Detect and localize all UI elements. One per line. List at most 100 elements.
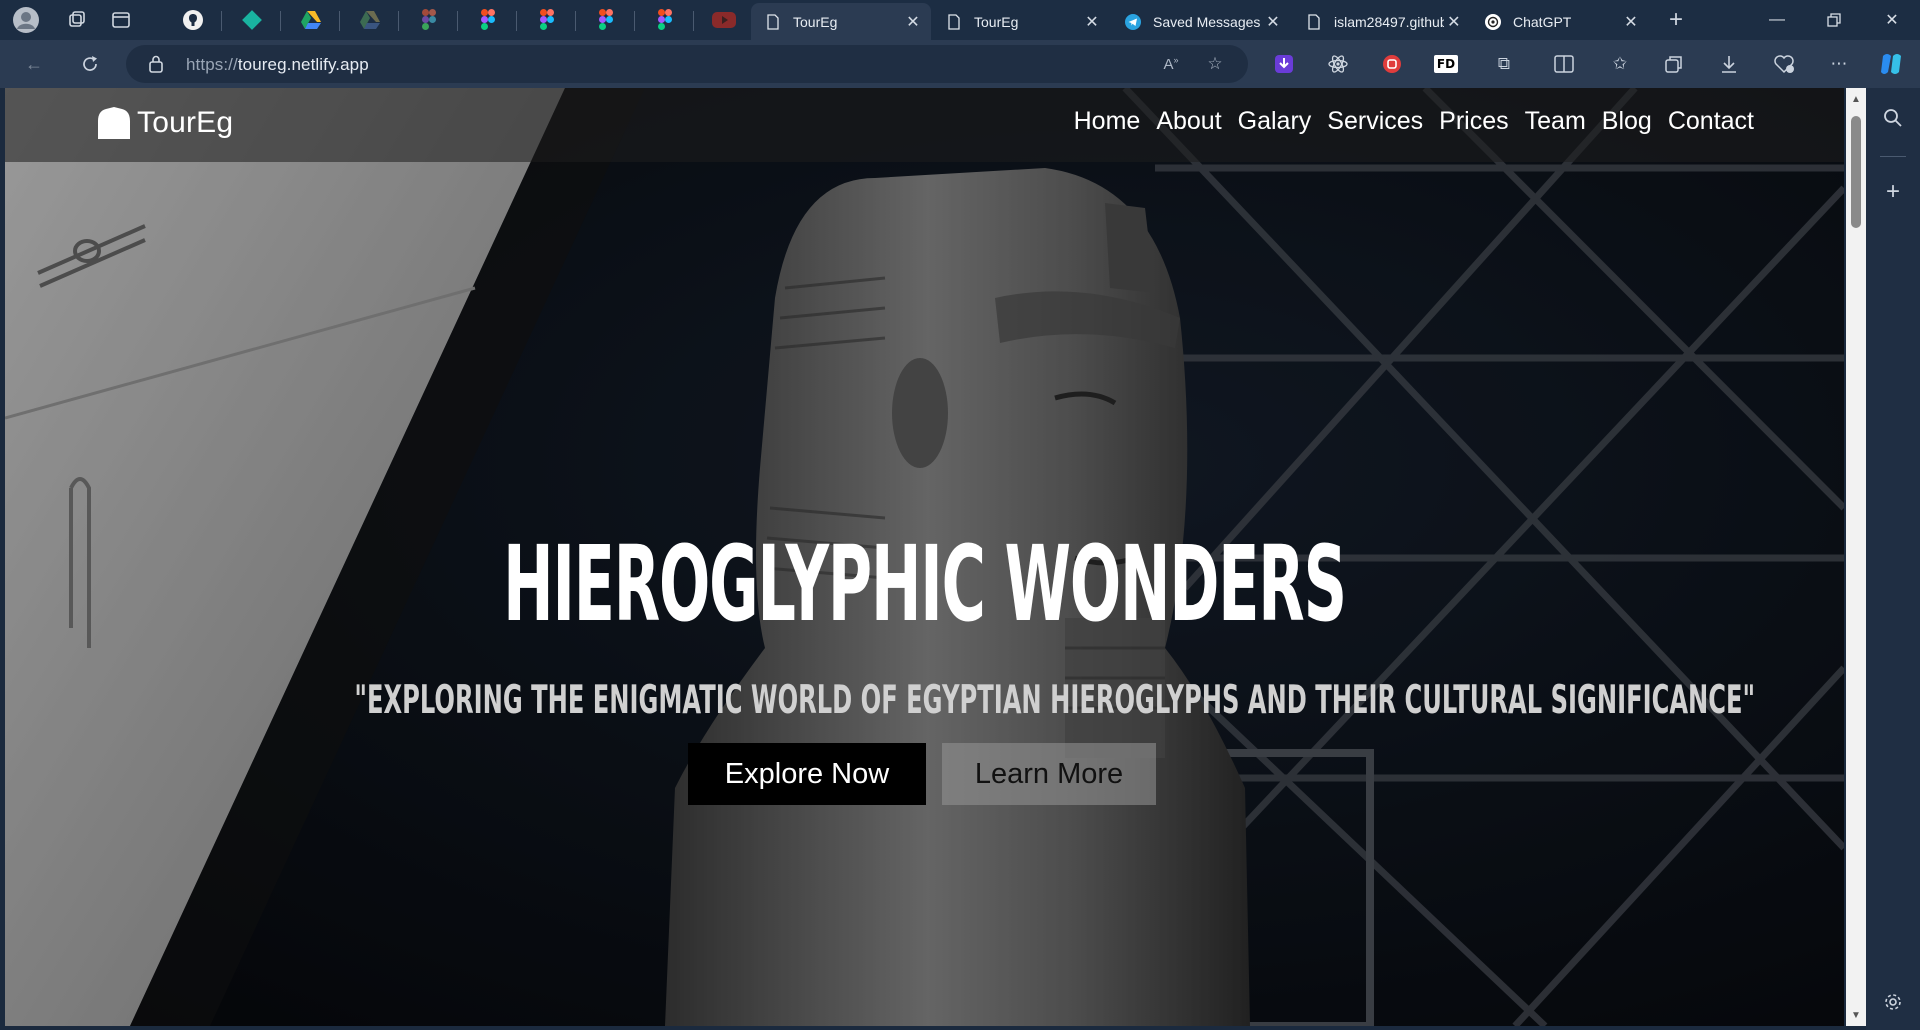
nav-galary[interactable]: Galary [1238,107,1312,136]
scroll-up-arrow-icon[interactable]: ▲ [1846,90,1866,108]
settings-more-button[interactable]: ⋯ [1821,48,1857,80]
tab-actions-button[interactable] [104,4,138,36]
page-icon [948,13,960,30]
pinned-separator [398,11,399,31]
read-aloud-button[interactable]: A» [1154,48,1188,80]
pinned-separator [693,11,694,31]
web-page-viewport: TourEg Home About Galary Services Prices… [5,88,1844,1026]
nav-about[interactable]: About [1156,107,1221,136]
restore-button[interactable] [1806,0,1862,40]
nav-blog[interactable]: Blog [1602,107,1652,136]
pinned-tab-figma-2[interactable] [463,3,513,37]
pinned-tab-figma-3[interactable] [522,3,572,37]
split-screen-icon [1554,55,1574,73]
chatgpt-icon [1485,13,1501,30]
extension-react-devtools[interactable] [1320,48,1356,80]
explore-now-button[interactable]: Explore Now [688,743,926,805]
tab-saved-messages[interactable]: Saved Messages ✕ [1111,3,1291,40]
extension-red[interactable] [1374,48,1410,80]
favorite-button[interactable]: ☆ [1198,48,1232,80]
tab-github-io[interactable]: islam28497.github.io ✕ [1292,3,1470,40]
house-logo-icon [98,107,130,139]
copilot-icon [1881,54,1901,74]
heart-pulse-icon [1774,55,1794,74]
figma-icon [540,9,554,30]
collections-button[interactable] [1656,48,1692,80]
page-icon [767,13,779,30]
tab-close-icon[interactable]: ✕ [1619,10,1643,34]
refresh-icon [83,56,97,71]
telegram-icon [1125,13,1141,30]
tab-chatgpt[interactable]: ChatGPT ✕ [1471,3,1649,40]
minimize-icon: — [1769,11,1785,28]
tab-close-icon[interactable]: ✕ [1444,10,1464,34]
tab-strip: TourEg ✕ TourEg ✕ Saved Messages ✕ islam… [0,0,1920,40]
lock-icon[interactable] [146,54,166,74]
refresh-button[interactable] [72,48,108,80]
pinned-tab-figma-1[interactable] [404,3,454,37]
tab-close-icon[interactable]: ✕ [901,10,925,34]
url-text[interactable]: https://toureg.netlify.app [186,55,369,75]
learn-more-button[interactable]: Learn More [942,743,1156,805]
more-icon: ⋯ [1830,54,1848,73]
google-drive-icon [301,11,321,29]
browser-essentials-button[interactable] [1766,48,1802,80]
profile-avatar[interactable] [9,4,43,36]
restore-icon [1827,13,1841,27]
star-icon: ☆ [1207,54,1223,73]
tab-title: islam28497.github.io [1334,13,1444,30]
plus-icon: + [1668,6,1683,33]
pinned-tab-youtube[interactable] [699,3,749,37]
close-window-button[interactable]: ✕ [1864,0,1920,40]
browser-window: TourEg ✕ TourEg ✕ Saved Messages ✕ islam… [0,0,1920,1030]
url-host: toureg.netlify.app [237,55,369,74]
nav-team[interactable]: Team [1525,107,1586,136]
pinned-separator [634,11,635,31]
sidebar-settings-button[interactable] [1877,986,1909,1018]
brand-name: TourEg [137,106,234,139]
nav-contact[interactable]: Contact [1668,107,1754,136]
sidebar-add-button[interactable]: + [1877,176,1909,208]
extension-fd[interactable]: FD [1428,48,1464,80]
figma-icon [422,9,436,30]
tab-toureg[interactable]: TourEg ✕ [932,3,1110,40]
extension-downloader[interactable] [1266,48,1302,80]
tab-close-icon[interactable]: ✕ [1080,10,1104,34]
minimize-button[interactable]: — [1749,0,1805,40]
split-screen-button[interactable] [1546,48,1582,80]
workspaces-button[interactable] [60,4,94,36]
downloads-button[interactable] [1711,48,1747,80]
url-scheme: https:// [186,55,238,74]
copilot-button[interactable] [1874,48,1910,80]
workspaces-icon [69,11,85,27]
pinned-tab-figma-4[interactable] [581,3,631,37]
extensions-button[interactable]: ⧉ [1486,48,1522,80]
figma-icon [599,9,613,30]
nav-home[interactable]: Home [1074,107,1141,136]
shield-extension-icon [1383,55,1401,73]
scroll-down-arrow-icon[interactable]: ▼ [1846,1006,1866,1024]
pinned-tab-github[interactable] [168,3,218,37]
back-button[interactable]: ← [16,48,52,80]
favorites-button[interactable]: ✩ [1602,48,1638,80]
puzzle-icon: ⧉ [1497,54,1511,73]
tab-close-icon[interactable]: ✕ [1261,10,1285,34]
new-tab-button[interactable]: + [1659,4,1693,36]
scroll-thumb[interactable] [1851,116,1861,228]
page-scrollbar[interactable]: ▲ ▼ [1846,88,1866,1026]
pinned-tab-app[interactable] [227,3,277,37]
sidebar-separator [1880,156,1906,157]
hero-title: HIEROGLYPHIC WONDERS [503,523,1347,645]
tab-toureg-active[interactable]: TourEg ✕ [751,3,931,40]
figma-icon [658,9,672,30]
pinned-tab-drive-2[interactable] [345,3,395,37]
read-aloud-icon: A» [1163,55,1179,73]
address-bar[interactable]: https://toureg.netlify.app A» ☆ [126,45,1248,83]
pinned-tab-figma-5[interactable] [640,3,690,37]
pinned-tab-drive[interactable] [286,3,336,37]
sidebar-search-button[interactable] [1877,102,1909,134]
site-logo[interactable]: TourEg [97,106,233,140]
download-icon [1722,56,1736,73]
nav-services[interactable]: Services [1327,107,1423,136]
nav-prices[interactable]: Prices [1439,107,1508,136]
